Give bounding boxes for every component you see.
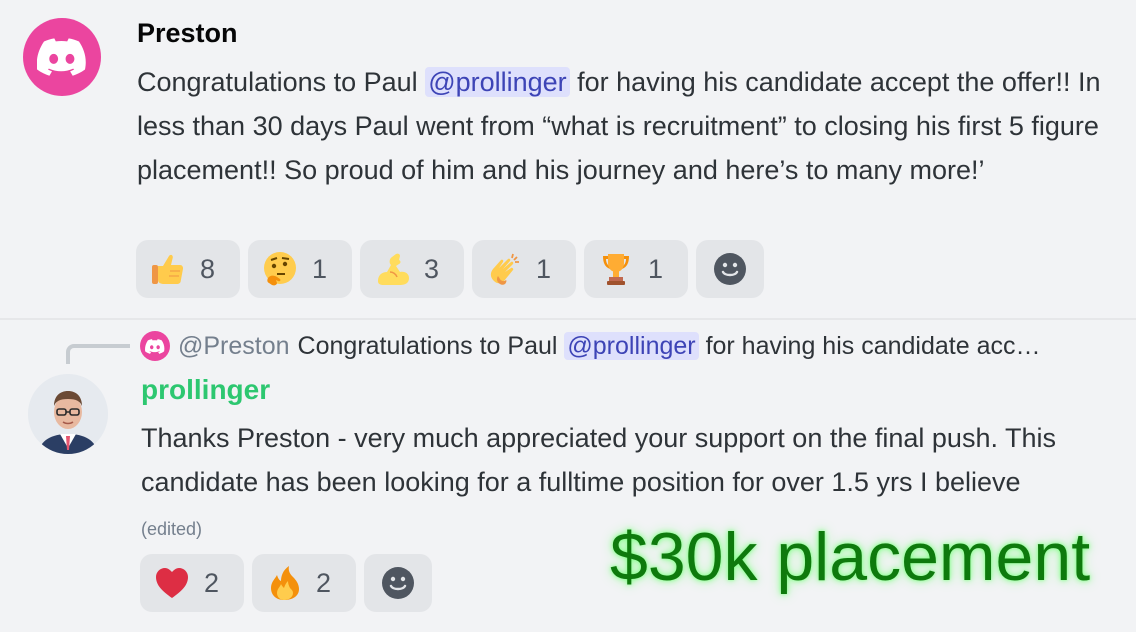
smile-icon bbox=[382, 567, 414, 599]
reaction-count: 8 bbox=[200, 253, 216, 284]
mention-prollinger: @prollinger bbox=[564, 331, 699, 360]
reaction-thinking[interactable]: 1 bbox=[248, 240, 352, 298]
avatar-discord[interactable] bbox=[23, 18, 101, 96]
thumbs-up-icon bbox=[150, 251, 186, 287]
reply-preview-part: for having his candidate acc… bbox=[705, 331, 1041, 360]
reaction-fire[interactable]: 2 bbox=[252, 554, 356, 612]
discord-logo-icon bbox=[37, 38, 86, 76]
add-reaction-button[interactable] bbox=[364, 554, 432, 612]
reaction-heart[interactable]: 2 bbox=[140, 554, 244, 612]
add-reaction-button[interactable] bbox=[696, 240, 764, 298]
reaction-count: 1 bbox=[312, 253, 328, 284]
reply-preview-part: Congratulations to Paul bbox=[297, 331, 558, 360]
flexed-biceps-icon bbox=[374, 251, 410, 287]
reaction-flexed-biceps[interactable]: 3 bbox=[360, 240, 464, 298]
reaction-trophy[interactable]: 1 bbox=[584, 240, 688, 298]
message-text-part: Thanks Preston - very much appreciated y… bbox=[141, 423, 1056, 497]
reaction-count: 1 bbox=[648, 253, 664, 284]
reply-preview-text: Congratulations to Paul @prollinger for … bbox=[297, 331, 1041, 361]
trophy-icon bbox=[598, 251, 634, 287]
smile-icon bbox=[714, 253, 746, 285]
overlay-caption: $30k placement bbox=[610, 519, 1091, 595]
discord-logo-icon bbox=[145, 338, 165, 354]
avatar-prollinger[interactable] bbox=[28, 374, 108, 454]
person-avatar-icon bbox=[28, 374, 108, 454]
reply-author[interactable]: @Preston bbox=[178, 332, 290, 361]
mini-discord-avatar bbox=[140, 331, 170, 361]
reaction-bar: 8 1 3 1 1 bbox=[136, 240, 764, 298]
reaction-count: 3 bbox=[424, 253, 440, 284]
clapping-hands-icon bbox=[486, 251, 522, 287]
red-heart-icon bbox=[154, 565, 190, 601]
message-preston: Preston Congratulations to Paul @prollin… bbox=[0, 0, 1136, 318]
mention-prollinger[interactable]: @prollinger bbox=[425, 67, 570, 97]
edited-label: (edited) bbox=[141, 519, 203, 539]
reaction-bar: 2 2 bbox=[140, 554, 432, 612]
fire-icon bbox=[266, 565, 302, 601]
author-name[interactable]: Preston bbox=[137, 18, 238, 49]
message-text-part: Congratulations to Paul bbox=[137, 67, 426, 97]
reaction-count: 2 bbox=[316, 567, 332, 598]
reply-reference[interactable]: @Preston Congratulations to Paul @prolli… bbox=[140, 328, 1110, 364]
thinking-face-icon bbox=[262, 251, 298, 287]
reaction-thumbs-up[interactable]: 8 bbox=[136, 240, 240, 298]
reply-connector bbox=[66, 344, 130, 364]
reaction-count: 2 bbox=[204, 567, 220, 598]
message-text: Congratulations to Paul @prollinger for … bbox=[137, 60, 1112, 192]
reaction-clapping[interactable]: 1 bbox=[472, 240, 576, 298]
author-name[interactable]: prollinger bbox=[141, 374, 270, 406]
reaction-count: 1 bbox=[536, 253, 552, 284]
